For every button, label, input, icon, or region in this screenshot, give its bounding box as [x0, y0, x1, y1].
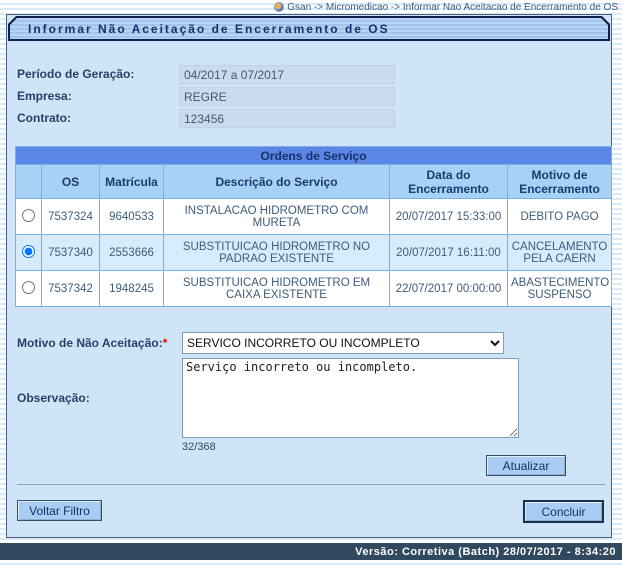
table-row: 7537324 9640533 INSTALACAO HIDROMETRO CO… [16, 199, 612, 235]
contrato-label: Contrato: [17, 111, 179, 125]
observacao-textarea[interactable]: Serviço incorreto ou incompleto. [182, 358, 519, 438]
os-cell: 7537340 [42, 235, 100, 271]
empresa-label: Empresa: [17, 89, 179, 103]
col-radio [16, 165, 42, 199]
radio-cell [16, 235, 42, 271]
col-motivo-encerramento: Motivo de Encerramento [508, 165, 612, 199]
orders-table-title-row: Ordens de Serviço [16, 147, 612, 165]
data-cell: 20/07/2017 15:33:00 [390, 199, 508, 235]
observacao-row: Observação: Serviço incorreto ou incompl… [7, 358, 611, 438]
col-descricao: Descrição do Serviço [164, 165, 390, 199]
data-cell: 22/07/2017 00:00:00 [390, 271, 508, 307]
motivo-nao-aceitacao-row: Motivo de Não Aceitação:* SERVICO INCORR… [7, 332, 611, 354]
contrato-value: 123456 [179, 109, 395, 128]
motivo-nao-aceitacao-select[interactable]: SERVICO INCORRETO OU INCOMPLETO [182, 332, 504, 354]
gsan-logo-icon [274, 2, 284, 12]
voltar-filtro-button[interactable]: Voltar Filtro [17, 500, 102, 521]
empresa-value: REGRE [179, 87, 395, 106]
main-panel: Informar Não Aceitação de Encerramento d… [6, 14, 612, 538]
atualizar-button[interactable]: Atualizar [486, 455, 566, 476]
page-title: Informar Não Aceitação de Encerramento d… [10, 22, 390, 36]
periodo-row: Período de Geração: 04/2017 a 07/2017 [7, 63, 611, 85]
matricula-cell: 1948245 [100, 271, 164, 307]
periodo-label: Período de Geração: [17, 67, 179, 81]
orders-table-header-row: OS Matrícula Descrição do Serviço Data d… [16, 165, 612, 199]
os-cell: 7537324 [42, 199, 100, 235]
version-text: Versão: Corretiva (Batch) 28/07/2017 - 8… [355, 546, 616, 558]
breadcrumb-text[interactable]: Gsan -> Micromedicao -> Informar Nao Ace… [287, 2, 618, 13]
descricao-cell: INSTALACAO HIDROMETRO COM MURETA [164, 199, 390, 235]
required-marker: * [163, 336, 168, 350]
descricao-cell: SUBSTITUICAO HIDROMETRO NO PADRAO EXISTE… [164, 235, 390, 271]
observacao-label: Observação: [17, 391, 182, 405]
matricula-cell: 2553666 [100, 235, 164, 271]
motivo-cell: ABASTECIMENTO SUSPENSO [508, 271, 612, 307]
contrato-row: Contrato: 123456 [7, 107, 611, 129]
radio-cell [16, 271, 42, 307]
orders-table-title: Ordens de Serviço [16, 147, 612, 165]
char-counter: 32/368 [182, 441, 611, 453]
empresa-row: Empresa: REGRE [7, 85, 611, 107]
col-os: OS [42, 165, 100, 199]
descricao-cell: SUBSTITUICAO HIDROMETRO EM CAIXA EXISTEN… [164, 271, 390, 307]
motivo-cell: CANCELAMENTO PELA CAERN [508, 235, 612, 271]
radio-cell [16, 199, 42, 235]
divider [17, 484, 605, 485]
periodo-value: 04/2017 a 07/2017 [179, 65, 395, 84]
data-cell: 20/07/2017 16:11:00 [390, 235, 508, 271]
motivo-cell: DEBITO PAGO [508, 199, 612, 235]
orders-table: Ordens de Serviço OS Matrícula Descrição… [15, 146, 612, 307]
version-bar: Versão: Corretiva (Batch) 28/07/2017 - 8… [0, 543, 622, 560]
os-radio[interactable] [22, 245, 35, 258]
os-cell: 7537342 [42, 271, 100, 307]
page-title-bar: Informar Não Aceitação de Encerramento d… [8, 16, 610, 41]
os-radio[interactable] [22, 281, 35, 294]
table-row: 7537342 1948245 SUBSTITUICAO HIDROMETRO … [16, 271, 612, 307]
os-radio[interactable] [22, 209, 35, 222]
breadcrumb: Gsan -> Micromedicao -> Informar Nao Ace… [0, 0, 622, 14]
col-matricula: Matrícula [100, 165, 164, 199]
concluir-button[interactable]: Concluir [523, 500, 604, 523]
table-row: 7537340 2553666 SUBSTITUICAO HIDROMETRO … [16, 235, 612, 271]
matricula-cell: 9640533 [100, 199, 164, 235]
filter-summary: Período de Geração: 04/2017 a 07/2017 Em… [7, 63, 611, 129]
col-data-encerramento: Data do Encerramento [390, 165, 508, 199]
motivo-nao-aceitacao-label: Motivo de Não Aceitação:* [17, 336, 182, 350]
